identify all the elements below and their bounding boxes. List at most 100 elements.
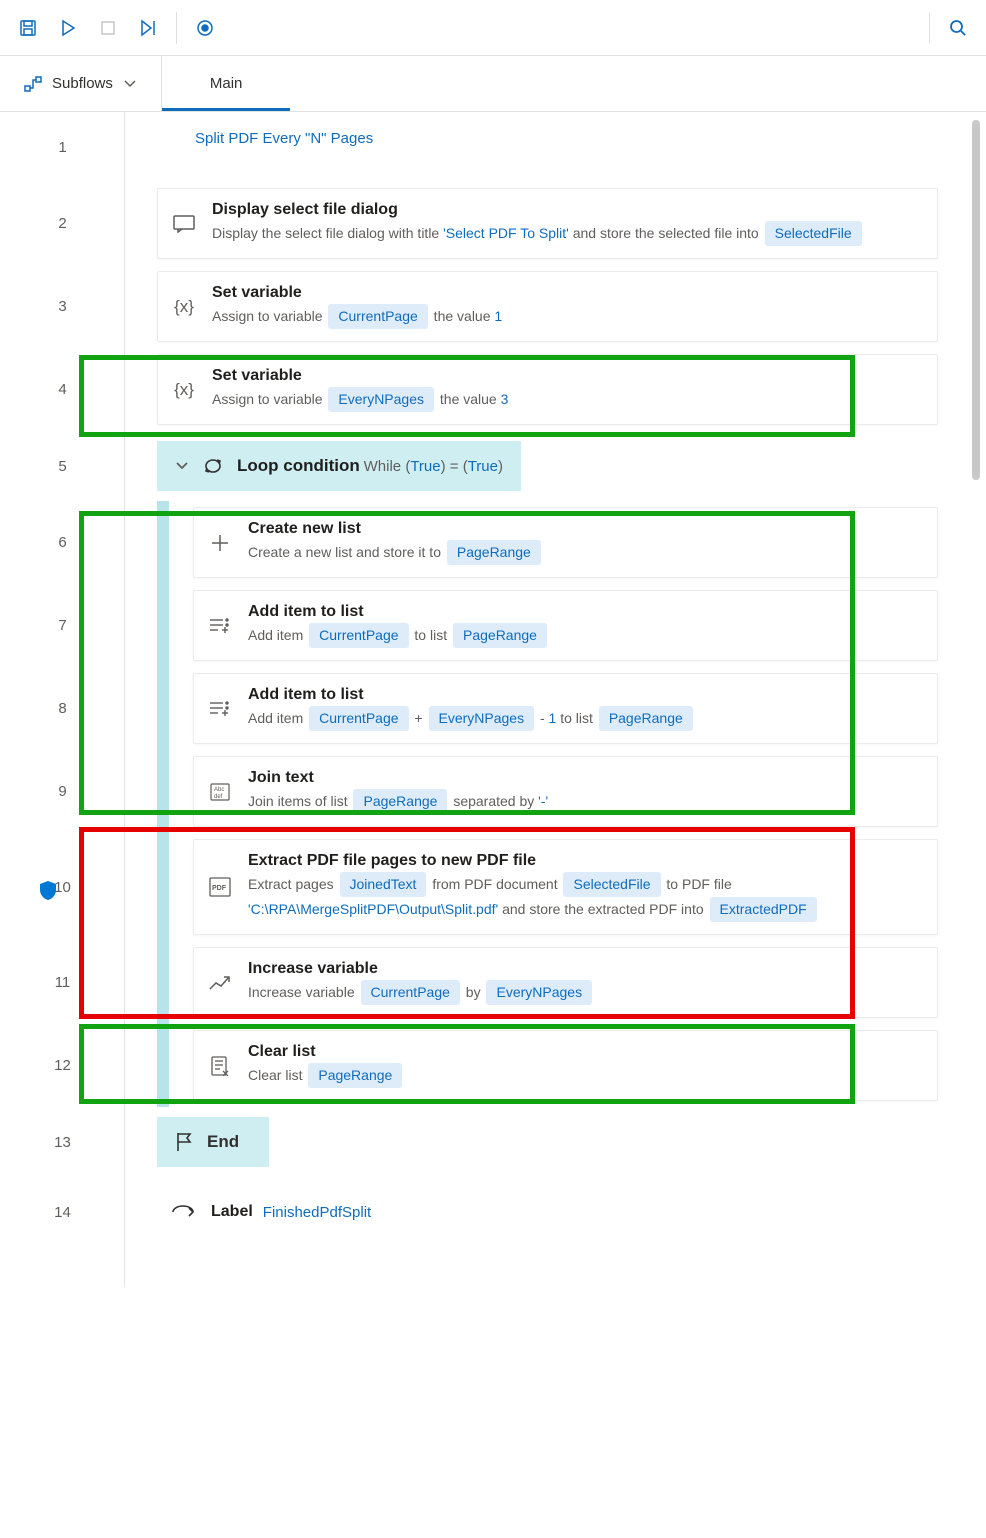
increase-icon bbox=[208, 975, 232, 991]
line-number: 7 bbox=[0, 584, 125, 667]
step-desc: Create a new list and store it to PageRa… bbox=[248, 540, 923, 565]
subflows-icon bbox=[24, 76, 42, 92]
indent-guide bbox=[157, 584, 169, 667]
tab-main-label: Main bbox=[210, 75, 243, 92]
search-button[interactable] bbox=[938, 8, 978, 48]
collapse-toggle[interactable] bbox=[175, 461, 189, 471]
flow-step-14[interactable]: 14 Label FinishedPdfSplit bbox=[125, 1177, 954, 1247]
line-number: 6 bbox=[0, 501, 125, 584]
run-button[interactable] bbox=[48, 8, 88, 48]
variable-token: SelectedFile bbox=[765, 221, 862, 246]
step-title: Add item to list bbox=[248, 686, 923, 704]
comment-text: Split PDF Every "N" Pages bbox=[195, 112, 373, 182]
indent-guide bbox=[157, 501, 169, 584]
step-title: Display select file dialog bbox=[212, 201, 923, 219]
variable-token: CurrentPage bbox=[361, 980, 460, 1005]
svg-text:Abc: Abc bbox=[214, 787, 224, 793]
line-number: 14 bbox=[0, 1177, 125, 1247]
play-icon bbox=[60, 19, 76, 37]
toolbar bbox=[0, 0, 986, 56]
tab-bar: Subflows Main bbox=[0, 56, 986, 112]
step-title: Set variable bbox=[212, 284, 923, 302]
step-desc: Assign to variable CurrentPage the value… bbox=[212, 304, 923, 329]
variable-token: PageRange bbox=[599, 706, 693, 731]
step-title: Extract PDF file pages to new PDF file bbox=[248, 852, 923, 870]
flow-step-10[interactable]: 10 PDF Extract PDF file pages to new PDF… bbox=[125, 833, 954, 941]
step-desc: Display the select file dialog with titl… bbox=[212, 221, 923, 246]
chevron-down-icon bbox=[175, 461, 189, 471]
line-number: 13 bbox=[0, 1107, 125, 1177]
toolbar-separator bbox=[929, 12, 930, 44]
step-title: Add item to list bbox=[248, 603, 923, 621]
line-number: 8 bbox=[0, 667, 125, 750]
toolbar-separator bbox=[176, 12, 177, 44]
flow-step-9[interactable]: 9 Abcdef Join text Join items of list Pa… bbox=[125, 750, 954, 833]
flow-container: 1 Split PDF Every "N" Pages 2 Display se… bbox=[0, 112, 986, 1287]
subflows-label: Subflows bbox=[52, 75, 113, 92]
step-desc: Assign to variable EveryNPages the value… bbox=[212, 387, 923, 412]
loop-icon bbox=[203, 457, 223, 475]
label-icon bbox=[171, 1205, 195, 1219]
flow-step-1[interactable]: 1 Split PDF Every "N" Pages bbox=[125, 112, 954, 182]
indent-guide bbox=[157, 833, 169, 941]
step-title: Clear list bbox=[248, 1043, 923, 1061]
step-icon bbox=[139, 19, 157, 37]
flow-step-3[interactable]: 3 {x} Set variable Assign to variable Cu… bbox=[125, 265, 954, 348]
step-title: Join text bbox=[248, 769, 923, 787]
loop-condition: While (True) = (True) bbox=[364, 458, 503, 475]
step-title: Label bbox=[211, 1203, 253, 1221]
flow-step-13[interactable]: 13 End bbox=[125, 1107, 954, 1177]
subflows-dropdown[interactable]: Subflows bbox=[0, 56, 162, 111]
step-title: Set variable bbox=[212, 367, 923, 385]
svg-text:def: def bbox=[214, 794, 223, 800]
variable-token: PageRange bbox=[308, 1063, 402, 1088]
variable-token: CurrentPage bbox=[309, 623, 408, 648]
flow-step-7[interactable]: 7 Add item to list Add item CurrentPage … bbox=[125, 584, 954, 667]
variable-token: SelectedFile bbox=[563, 872, 660, 897]
pdf-icon: PDF bbox=[208, 877, 232, 897]
search-icon bbox=[949, 19, 967, 37]
line-number: 1 bbox=[0, 112, 125, 182]
variable-token: JoinedText bbox=[340, 872, 427, 897]
line-number: 5 bbox=[0, 431, 125, 501]
stop-button[interactable] bbox=[88, 8, 128, 48]
plus-icon bbox=[208, 533, 232, 553]
line-number: 11 bbox=[0, 941, 125, 1024]
recorder-button[interactable] bbox=[185, 8, 225, 48]
save-button[interactable] bbox=[8, 8, 48, 48]
flag-icon bbox=[175, 1132, 193, 1152]
flow-step-12[interactable]: 12 Clear list Clear list PageRange bbox=[125, 1024, 954, 1107]
line-number: 9 bbox=[0, 750, 125, 833]
line-number: 10 bbox=[0, 833, 125, 941]
flow-step-6[interactable]: 6 Create new list Create a new list and … bbox=[125, 501, 954, 584]
line-number: 12 bbox=[0, 1024, 125, 1107]
flow-step-8[interactable]: 8 Add item to list Add item CurrentPage … bbox=[125, 667, 954, 750]
flow-step-4[interactable]: 4 {x} Set variable Assign to variable Ev… bbox=[125, 348, 954, 431]
variable-token: ExtractedPDF bbox=[710, 897, 817, 922]
step-title: End bbox=[207, 1132, 239, 1152]
record-icon bbox=[196, 19, 214, 37]
flow-body: 1 Split PDF Every "N" Pages 2 Display se… bbox=[125, 112, 986, 1287]
run-next-button[interactable] bbox=[128, 8, 168, 48]
indent-guide bbox=[157, 1024, 169, 1107]
clear-list-icon bbox=[208, 1056, 232, 1076]
variable-token: PageRange bbox=[447, 540, 541, 565]
step-desc: Join items of list PageRange separated b… bbox=[248, 789, 923, 814]
dialog-icon bbox=[172, 215, 196, 233]
variable-token: CurrentPage bbox=[328, 304, 427, 329]
variable-token: PageRange bbox=[353, 789, 447, 814]
step-desc: Extract pages JoinedText from PDF docume… bbox=[248, 872, 923, 922]
flow-step-11[interactable]: 11 Increase variable Increase variable C… bbox=[125, 941, 954, 1024]
step-title: Increase variable bbox=[248, 960, 923, 978]
flow-step-5[interactable]: 5 Loop condition While (True) = (True) bbox=[125, 431, 954, 501]
line-number: 2 bbox=[0, 182, 125, 265]
label-name: FinishedPdfSplit bbox=[263, 1204, 371, 1221]
tab-main[interactable]: Main bbox=[162, 56, 291, 111]
flow-step-2[interactable]: 2 Display select file dialog Display the… bbox=[125, 182, 954, 265]
step-desc: Add item CurrentPage to list PageRange bbox=[248, 623, 923, 648]
line-number: 3 bbox=[0, 265, 125, 348]
variable-token: EveryNPages bbox=[486, 980, 592, 1005]
step-desc: Clear list PageRange bbox=[248, 1063, 923, 1088]
scrollbar[interactable] bbox=[972, 120, 980, 480]
indent-guide bbox=[157, 750, 169, 833]
